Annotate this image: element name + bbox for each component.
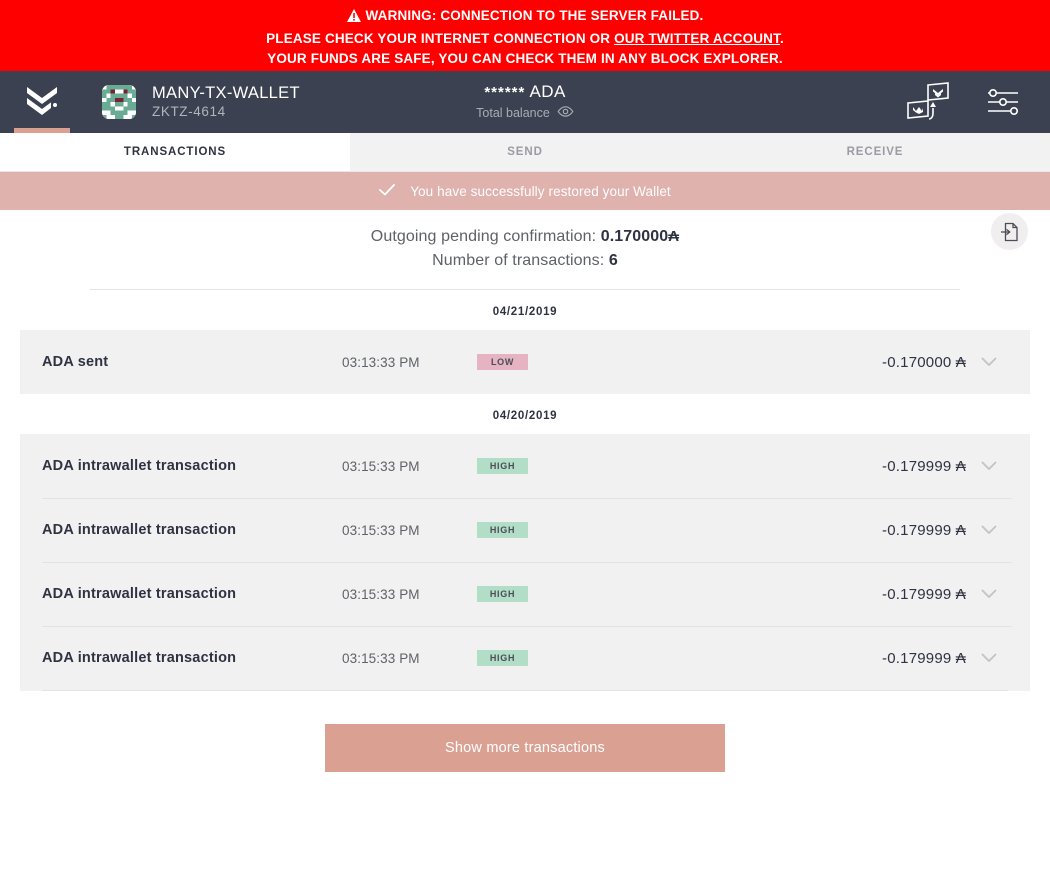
checkmark-icon [379,183,396,199]
pending-confirmation-line: Outgoing pending confirmation: 0.170000₳ [0,225,1050,249]
table-row[interactable]: ADA intrawallet transaction 03:15:33 PM … [20,434,1030,498]
transaction-amount: -0.179999 ₳ [882,458,966,475]
app-header: MANY-TX-WALLET ZKTZ-4614 ****** ADA Tota… [0,71,1050,133]
notification-message: You have successfully restored your Wall… [410,183,671,199]
eye-icon[interactable] [557,106,574,120]
warning-line-2: PLEASE CHECK YOUR INTERNET CONNECTION OR… [0,29,1050,50]
status-badge: HIGH [477,650,528,666]
chevron-down-icon[interactable] [966,589,1012,599]
warning-text-2-suffix: . [779,30,784,46]
transaction-date-heading: 04/20/2019 [492,410,558,422]
table-row[interactable]: ADA intrawallet transaction 03:15:33 PM … [20,626,1030,690]
daedalus-logo-button[interactable] [0,71,84,133]
wallet-name: MANY-TX-WALLET [152,84,300,102]
server-connection-warning-banner: WARNING: CONNECTION TO THE SERVER FAILED… [0,0,1050,71]
transaction-count-line: Number of transactions: 6 [0,249,1050,273]
warning-line-1: WARNING: CONNECTION TO THE SERVER FAILED… [0,6,1050,29]
transaction-title: ADA intrawallet transaction [42,522,237,538]
chevron-down-icon[interactable] [966,525,1012,535]
transaction-title: ADA intrawallet transaction [42,586,237,602]
warning-text-1: WARNING: CONNECTION TO THE SERVER FAILED… [365,8,704,23]
transactions-list: 04/21/2019 ADA sent 03:13:33 PM LOW -0.1… [0,290,1050,691]
transaction-title: ADA sent [42,354,109,370]
settings-sliders-icon[interactable] [986,89,1020,115]
transaction-group: ADA sent 03:13:33 PM LOW -0.170000 ₳ [20,330,1030,394]
ada-symbol: ₳ [955,521,966,539]
show-more-container: Show more transactions [0,691,1050,772]
transaction-count-value: 6 [608,252,618,269]
chevron-down-icon[interactable] [966,357,1012,367]
chevron-down-icon[interactable] [966,653,1012,663]
table-row[interactable]: ADA intrawallet transaction 03:15:33 PM … [20,562,1030,626]
transaction-amount: -0.170000 ₳ [882,354,966,371]
transaction-date-heading: 04/21/2019 [492,306,558,318]
active-wallet-indicator [14,128,70,133]
status-badge: HIGH [477,458,528,474]
transaction-amount-value: -0.179999 [882,457,952,475]
ada-symbol: ₳ [955,457,966,475]
wallet-id: ZKTZ-4614 [152,104,226,120]
transaction-time: 03:13:33 PM [342,354,420,370]
warning-triangle-icon [346,8,361,29]
summary-divider [90,289,960,290]
pending-confirmation-label: Outgoing pending confirmation: [370,228,597,245]
status-badge: LOW [477,354,528,370]
status-badge: HIGH [477,586,528,602]
total-balance-label: Total balance [476,106,550,120]
restore-success-notification: You have successfully restored your Wall… [0,172,1050,210]
tab-send[interactable]: SEND [350,133,700,171]
wallet-tab-bar: TRANSACTIONS SEND RECEIVE [0,133,1050,172]
show-more-transactions-button[interactable]: Show more transactions [325,724,725,772]
chevron-down-icon[interactable] [966,461,1012,471]
transaction-title: ADA intrawallet transaction [42,650,237,666]
pending-confirmation-value: 0.170000 [600,228,669,245]
header-actions [906,81,1050,123]
ada-symbol: ₳ [955,585,966,603]
transaction-amount: -0.179999 ₳ [882,522,966,539]
twitter-account-link[interactable]: OUR TWITTER ACCOUNT [614,31,780,46]
balance-masked-value: ****** [484,84,526,101]
ada-symbol: ₳ [955,353,966,371]
transaction-amount: -0.179999 ₳ [882,650,966,667]
ada-symbol: ₳ [668,228,680,245]
transaction-count-label: Number of transactions: [432,252,605,269]
transactions-summary: Outgoing pending confirmation: 0.170000₳… [0,210,1050,290]
transaction-amount-value: -0.179999 [882,521,952,539]
warning-text-2-prefix: PLEASE CHECK YOUR INTERNET CONNECTION OR [266,30,615,46]
transaction-time: 03:15:33 PM [342,586,420,602]
wallet-switch-icon[interactable] [906,81,952,123]
transaction-amount-value: -0.170000 [882,353,952,371]
export-file-icon[interactable] [991,213,1028,250]
wallet-identicon-avatar [102,84,136,119]
transaction-time: 03:15:33 PM [342,458,420,474]
transaction-amount-value: -0.179999 [882,585,952,603]
balance-currency: ADA [529,82,566,101]
table-row[interactable]: ADA sent 03:13:33 PM LOW -0.170000 ₳ [20,330,1030,394]
transaction-time: 03:15:33 PM [342,650,420,666]
transaction-group: ADA intrawallet transaction 03:15:33 PM … [20,434,1030,691]
transaction-time: 03:15:33 PM [342,522,420,538]
ada-symbol: ₳ [955,649,966,667]
table-row[interactable]: ADA intrawallet transaction 03:15:33 PM … [20,498,1030,562]
status-badge: HIGH [477,522,528,538]
total-balance-toggle[interactable]: Total balance [476,106,574,120]
daedalus-chevron-logo-icon [25,85,59,120]
tab-transactions[interactable]: TRANSACTIONS [0,133,350,171]
transaction-amount: -0.179999 ₳ [882,586,966,603]
wallet-identity[interactable]: MANY-TX-WALLET ZKTZ-4614 [102,84,300,120]
transaction-amount-value: -0.179999 [882,649,952,667]
warning-text-3: YOUR FUNDS ARE SAFE, YOU CAN CHECK THEM … [267,51,783,66]
tab-receive[interactable]: RECEIVE [700,133,1050,171]
transaction-title: ADA intrawallet transaction [42,458,237,474]
